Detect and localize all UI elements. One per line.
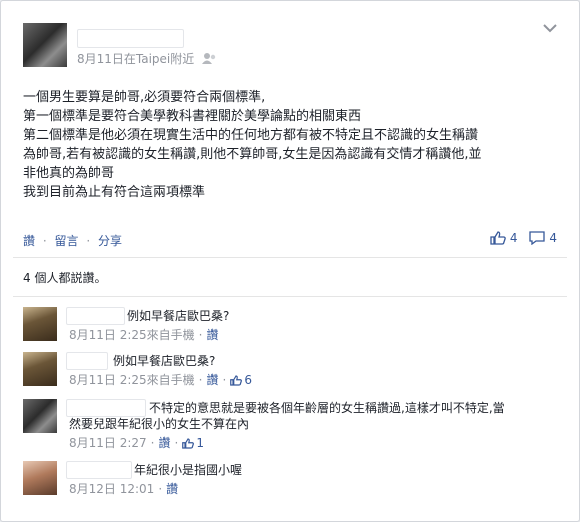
post-counts: 4 4 [490,231,557,246]
comment-time[interactable]: 8月11日 2:27 [69,436,147,450]
thumbs-up-icon[interactable] [490,231,506,245]
like-count[interactable]: 4 [510,231,518,245]
post-line: 為帥哥,若有被認識的女生稱讚,則他不算帥哥,女生是因為認識有交情才稱讚他,並 [23,147,482,162]
post-card: 8月11日在Taipei附近 一個男生要算是帥哥,必須要符合兩個標準, 第一個標… [0,0,580,522]
comment-like-link[interactable]: 讚 [159,436,171,450]
commenter-avatar[interactable] [23,307,57,341]
commenter-avatar[interactable] [23,461,57,495]
comment-like-link[interactable]: 讚 [166,482,178,496]
author-name[interactable] [77,29,184,48]
comment-text: 例如早餐店歐巴桑? [113,354,216,368]
comment-like-count[interactable]: 6 [244,373,252,387]
commenter-name[interactable] [66,307,125,325]
comment-text: 例如早餐店歐巴桑? [127,309,230,323]
thumbs-up-icon[interactable] [230,375,243,386]
likes-summary[interactable]: 4 個人都説讚。 [23,269,106,286]
like-link[interactable]: 讚 [23,234,35,248]
commenter-name[interactable] [66,352,108,370]
comment-link[interactable]: 留言 [55,234,79,248]
comment-text: 不特定的意思就是要被各個年齡層的女生稱讚過,這樣才叫不特定,當 [149,401,505,415]
comment-count[interactable]: 4 [549,231,557,245]
divider [13,257,567,258]
post-body: 一個男生要算是帥哥,必須要符合兩個標準, 第一個標準是要符合美學教科書裡關於美學… [23,88,558,202]
comment-text: 然要兒跟年紀很小的女生不算在內 [69,417,250,431]
post-actions: 讚 · 留言 · 分享 [23,232,122,249]
commenter-name[interactable] [66,399,146,417]
share-link[interactable]: 分享 [98,234,122,248]
comment-time[interactable]: 8月12日 12:01 [69,482,154,496]
post-line: 第二個標準是他必須在現實生活中的任何地方都有被不特定且不認識的女生稱讚 [23,128,479,143]
comment-like-count[interactable]: 1 [196,436,204,450]
author-avatar[interactable] [23,23,67,67]
comment-time[interactable]: 8月11日 2:25來自手機 [69,328,195,342]
comment-meta: 8月11日 2:25來自手機 · 讚 · 6 [69,373,252,387]
comment-meta: 8月11日 2:25來自手機 · 讚 [69,328,219,342]
post-line: 我到目前為止有符合這兩項標準 [23,185,206,200]
comment-time[interactable]: 8月11日 2:25來自手機 [69,373,195,387]
comment-like-link[interactable]: 讚 [207,373,219,387]
post-line: 第一個標準是要符合美學教科書裡關於美學論點的相關東西 [23,109,362,124]
location-icon [202,53,216,64]
commenter-name[interactable] [66,461,132,479]
comment-like-link[interactable]: 讚 [207,328,219,342]
thumbs-up-icon[interactable] [182,438,195,449]
divider [13,296,567,297]
post-line: 一個男生要算是帥哥,必須要符合兩個標準, [23,90,266,105]
comment-text: 年紀很小是指國小喔 [134,463,243,477]
commenter-avatar[interactable] [23,399,57,433]
comment-icon[interactable] [529,231,546,246]
post-line: 非他真的為帥哥 [23,166,115,181]
chevron-down-icon[interactable] [543,23,557,33]
post-date-location[interactable]: 8月11日在Taipei附近 [77,52,194,66]
comment-meta: 8月11日 2:27 · 讚 · 1 [69,436,204,450]
commenter-avatar[interactable] [23,352,57,386]
comment-meta: 8月12日 12:01 · 讚 [69,482,179,496]
post-meta: 8月11日在Taipei附近 [77,50,216,67]
separator: · [86,234,91,248]
separator: · [42,234,47,248]
